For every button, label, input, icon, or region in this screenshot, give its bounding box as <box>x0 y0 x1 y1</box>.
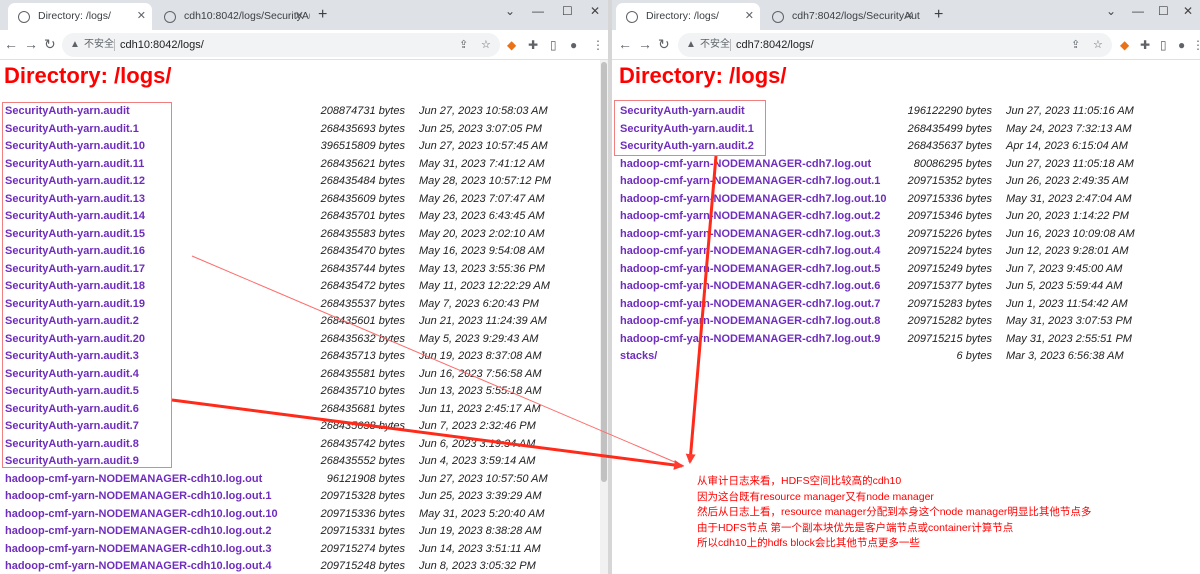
annotation-note: 从审计日志来看，HDFS空间比较高的cdh10 因为这台既有resource ma… <box>697 474 1091 552</box>
arrow-from-cdh7 <box>685 155 718 464</box>
annotation-line: 由于HDFS节点 第一个副本块优先是客户端节点或container计算节点 <box>697 521 1014 534</box>
annotation-line: 从审计日志来看，HDFS空间比较高的cdh10 <box>697 475 902 487</box>
annotation-line: 因为这台既有resource manager又有node manager <box>697 490 934 503</box>
annotation-line: 所以cdh10上的hdfs block会比其他节点更多一些 <box>697 537 920 549</box>
annotation-line: 然后从日志上看，resource manager分配到本身这个node mana… <box>697 506 1092 518</box>
